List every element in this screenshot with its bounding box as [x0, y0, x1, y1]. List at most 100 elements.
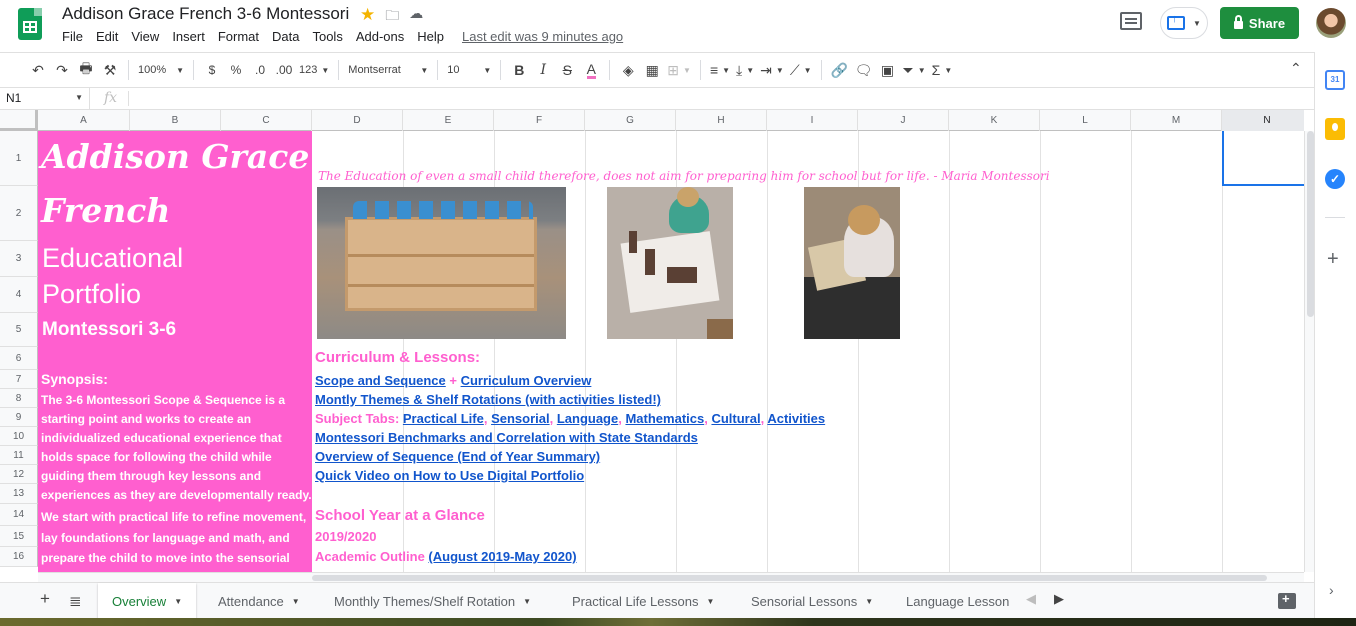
- monthly-themes-link[interactable]: Montly Themes & Shelf Rotations (with ac…: [315, 392, 661, 407]
- activities-link[interactable]: Activities: [767, 411, 825, 426]
- star-icon[interactable]: ★: [360, 5, 375, 29]
- get-addons-icon[interactable]: +: [1327, 248, 1339, 271]
- text-rotation-icon[interactable]: ⟋ ▼: [787, 58, 815, 82]
- row-header-6[interactable]: 6: [0, 347, 38, 370]
- menu-edit[interactable]: Edit: [96, 29, 118, 44]
- scope-sequence-link[interactable]: Scope and Sequence: [315, 373, 446, 388]
- comment-history-icon[interactable]: [1120, 12, 1142, 30]
- row-header-3[interactable]: 3: [0, 241, 38, 277]
- filter-icon[interactable]: ⏷ ▼: [900, 58, 929, 82]
- tab-practical-life[interactable]: Practical Life Lessons ▼: [558, 583, 728, 619]
- horizontal-scroll-thumb[interactable]: [312, 575, 1267, 581]
- text-color-icon[interactable]: A: [579, 58, 603, 82]
- mathematics-link[interactable]: Mathematics: [625, 411, 704, 426]
- avatar[interactable]: [1316, 8, 1346, 38]
- vertical-scrollbar[interactable]: [1304, 131, 1314, 572]
- column-header-d[interactable]: D: [312, 110, 403, 131]
- cloud-status-icon[interactable]: ☁: [409, 5, 423, 29]
- menu-format[interactable]: Format: [218, 29, 259, 44]
- text-wrapping-icon[interactable]: ⇥ ▼: [757, 58, 787, 82]
- spreadsheet-grid[interactable]: A B C D E F G H I J K L M N 1 2 3 4 5 6 …: [0, 110, 1304, 572]
- tab-monthly-themes[interactable]: Monthly Themes/Shelf Rotation ▼: [320, 583, 545, 619]
- curriculum-overview-link[interactable]: Curriculum Overview: [461, 373, 592, 388]
- language-link[interactable]: Language: [557, 411, 618, 426]
- child-tray-photo[interactable]: [804, 187, 900, 339]
- font-size-select[interactable]: 10 ▼: [444, 58, 494, 82]
- sheets-logo-icon[interactable]: [18, 8, 42, 40]
- bold-icon[interactable]: B: [507, 58, 531, 82]
- column-header-k[interactable]: K: [949, 110, 1040, 131]
- row-header-7[interactable]: 7: [0, 370, 38, 389]
- insert-comment-icon[interactable]: 🗨: [852, 58, 876, 82]
- sensorial-link[interactable]: Sensorial: [491, 411, 550, 426]
- vertical-scroll-thumb[interactable]: [1307, 131, 1314, 317]
- benchmarks-link[interactable]: Montessori Benchmarks and Correlation wi…: [315, 430, 698, 445]
- row-header-11[interactable]: 11: [0, 446, 38, 465]
- tab-language[interactable]: Language Lesson: [892, 583, 1014, 619]
- paint-format-icon[interactable]: ⚒: [98, 58, 122, 82]
- row-header-10[interactable]: 10: [0, 427, 38, 446]
- row-header-13[interactable]: 13: [0, 484, 38, 504]
- menu-view[interactable]: View: [131, 29, 159, 44]
- share-button[interactable]: Share: [1220, 7, 1299, 39]
- row-header-5[interactable]: 5: [0, 313, 38, 347]
- column-header-e[interactable]: E: [403, 110, 494, 131]
- borders-icon[interactable]: ▦: [640, 58, 664, 82]
- child-working-photo[interactable]: [607, 187, 733, 339]
- decrease-decimal-button[interactable]: .0: [248, 58, 272, 82]
- tab-attendance[interactable]: Attendance ▼: [204, 583, 314, 619]
- tab-overview[interactable]: Overview ▼: [98, 583, 197, 619]
- scroll-tabs-left-icon[interactable]: ◀: [1026, 591, 1036, 607]
- column-header-m[interactable]: M: [1131, 110, 1222, 131]
- number-format-select[interactable]: 123 ▼: [296, 58, 332, 82]
- document-title[interactable]: Addison Grace French 3-6 Montessori: [62, 4, 349, 24]
- row-header-8[interactable]: 8: [0, 389, 38, 408]
- row-header-15[interactable]: 15: [0, 526, 38, 547]
- row-header-2[interactable]: 2: [0, 186, 38, 241]
- practical-life-link[interactable]: Practical Life: [403, 411, 484, 426]
- column-header-i[interactable]: I: [767, 110, 858, 131]
- explore-icon[interactable]: [1278, 591, 1296, 609]
- column-header-f[interactable]: F: [494, 110, 585, 131]
- horizontal-scrollbar[interactable]: [38, 572, 1304, 582]
- merge-cells-icon[interactable]: ⊞ ▼: [664, 58, 694, 82]
- row-header-9[interactable]: 9: [0, 408, 38, 427]
- keep-icon[interactable]: [1325, 118, 1345, 140]
- row-header-4[interactable]: 4: [0, 277, 38, 313]
- column-header-g[interactable]: G: [585, 110, 676, 131]
- select-all-corner[interactable]: [0, 110, 38, 131]
- menu-file[interactable]: File: [62, 29, 83, 44]
- shelf-photo[interactable]: [317, 187, 566, 339]
- insert-link-icon[interactable]: 🔗: [828, 58, 852, 82]
- row-header-14[interactable]: 14: [0, 504, 38, 526]
- expand-side-panel-icon[interactable]: ›: [1329, 582, 1334, 598]
- percent-format-button[interactable]: %: [224, 58, 248, 82]
- currency-format-button[interactable]: $: [200, 58, 224, 82]
- menu-help[interactable]: Help: [417, 29, 444, 44]
- column-header-h[interactable]: H: [676, 110, 767, 131]
- menu-tools[interactable]: Tools: [312, 29, 342, 44]
- increase-decimal-button[interactable]: .00: [272, 58, 296, 82]
- horizontal-align-icon[interactable]: ≡ ▼: [707, 58, 733, 82]
- all-sheets-icon[interactable]: ≣: [69, 592, 82, 610]
- functions-icon[interactable]: Σ ▼: [929, 58, 956, 82]
- insert-chart-icon[interactable]: ▣: [876, 58, 900, 82]
- italic-icon[interactable]: I: [531, 58, 555, 82]
- strikethrough-icon[interactable]: S: [555, 58, 579, 82]
- last-edit-link[interactable]: Last edit was 9 minutes ago: [462, 29, 623, 44]
- portfolio-title-block[interactable]: Addison Grace French Educational Portfol…: [38, 131, 312, 572]
- tasks-icon[interactable]: ✓: [1325, 169, 1345, 189]
- menu-insert[interactable]: Insert: [172, 29, 205, 44]
- selected-cell-n1[interactable]: [1222, 131, 1304, 186]
- cultural-link[interactable]: Cultural: [711, 411, 760, 426]
- menu-addons[interactable]: Add-ons: [356, 29, 404, 44]
- row-header-16[interactable]: 16: [0, 547, 38, 567]
- tab-sensorial[interactable]: Sensorial Lessons ▼: [737, 583, 887, 619]
- column-header-a[interactable]: A: [38, 110, 130, 131]
- undo-icon[interactable]: ↶: [26, 58, 50, 82]
- scroll-tabs-right-icon[interactable]: ▶: [1054, 591, 1064, 607]
- video-link[interactable]: Quick Video on How to Use Digital Portfo…: [315, 468, 584, 483]
- row-header-12[interactable]: 12: [0, 465, 38, 484]
- row-header-1[interactable]: 1: [0, 131, 38, 186]
- present-button[interactable]: ▼: [1160, 7, 1208, 39]
